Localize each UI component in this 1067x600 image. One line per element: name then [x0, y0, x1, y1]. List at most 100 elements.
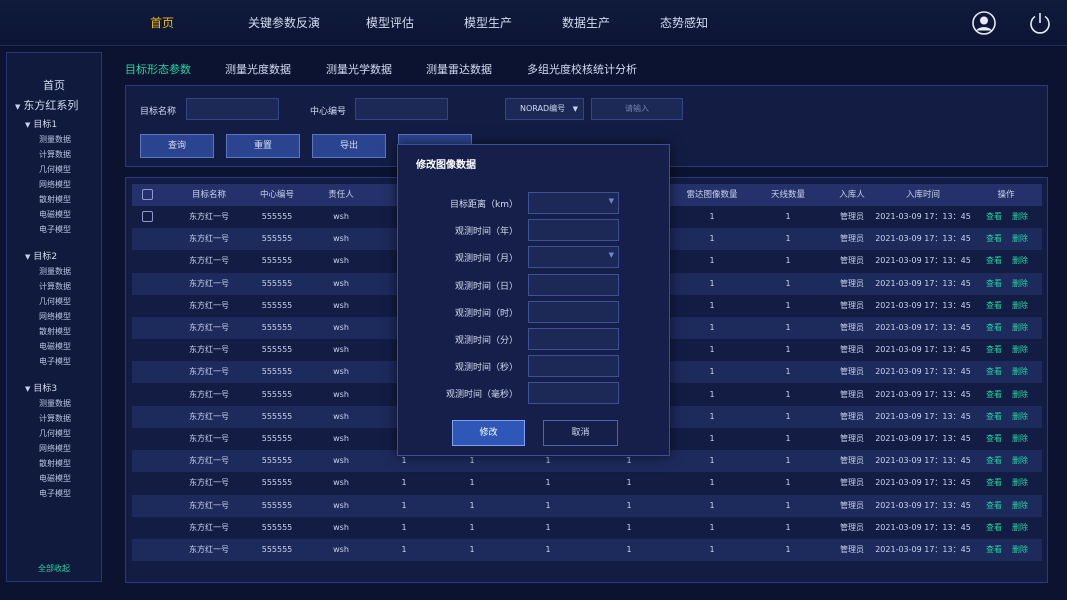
sidebar-home[interactable]: 首页: [7, 77, 101, 93]
nav-key-param-inversion[interactable]: 关键参数反演: [248, 0, 366, 46]
view-link[interactable]: 查看: [986, 495, 1002, 517]
sidebar-leaf[interactable]: 电磁模型: [39, 209, 71, 220]
center-no-input[interactable]: [355, 98, 448, 120]
sidebar-leaf[interactable]: 散射模型: [39, 326, 71, 337]
cell-storer: 管理员: [840, 256, 864, 266]
delete-link[interactable]: 删除: [1012, 517, 1028, 539]
modal-input[interactable]: [528, 328, 619, 350]
sidebar-leaf[interactable]: 几何模型: [39, 428, 71, 439]
sidebar-leaf[interactable]: 测量数据: [39, 134, 71, 145]
modify-button[interactable]: 修改: [452, 420, 525, 446]
tab-photometric-data[interactable]: 测量光度数据: [225, 61, 291, 77]
tab-photometric-check-analysis[interactable]: 多组光度校核统计分析: [527, 61, 637, 77]
tab-optical-data[interactable]: 测量光学数据: [326, 61, 392, 77]
nav-model-evaluation[interactable]: 模型评估: [366, 0, 464, 46]
view-link[interactable]: 查看: [986, 517, 1002, 539]
collapse-all-link[interactable]: 全部收起: [7, 563, 101, 574]
sidebar-leaf[interactable]: 电磁模型: [39, 341, 71, 352]
delete-link[interactable]: 删除: [1012, 295, 1028, 317]
modal-input[interactable]: [528, 382, 619, 405]
cancel-button[interactable]: 取消: [543, 420, 618, 446]
query-button[interactable]: 查询: [140, 134, 214, 158]
sidebar-group-label: 目标1: [33, 120, 58, 130]
delete-link[interactable]: 删除: [1012, 339, 1028, 361]
delete-link[interactable]: 删除: [1012, 539, 1028, 561]
view-link[interactable]: 查看: [986, 295, 1002, 317]
view-link[interactable]: 查看: [986, 250, 1002, 272]
sidebar-leaf[interactable]: 网络模型: [39, 179, 71, 190]
sidebar-group-target3[interactable]: ▼ 目标3: [25, 381, 57, 394]
modal-select[interactable]: ▼: [528, 192, 619, 214]
view-link[interactable]: 查看: [986, 361, 1002, 383]
view-link[interactable]: 查看: [986, 317, 1002, 339]
sidebar-leaf[interactable]: 电子模型: [39, 224, 71, 235]
delete-link[interactable]: 删除: [1012, 428, 1028, 450]
delete-link[interactable]: 删除: [1012, 250, 1028, 272]
modal-input[interactable]: [528, 355, 619, 378]
sidebar-leaf[interactable]: 计算数据: [39, 281, 71, 292]
delete-link[interactable]: 删除: [1012, 361, 1028, 383]
nav-situation-awareness[interactable]: 态势感知: [660, 0, 758, 46]
sidebar-group-target2[interactable]: ▼ 目标2: [25, 249, 57, 262]
nav-model-production[interactable]: 模型生产: [464, 0, 562, 46]
view-link[interactable]: 查看: [986, 472, 1002, 494]
sidebar-leaf[interactable]: 网络模型: [39, 311, 71, 322]
sidebar-root-item[interactable]: ▼ 东方红系列: [15, 97, 78, 113]
nav-home[interactable]: 首页: [150, 0, 248, 46]
delete-link[interactable]: 删除: [1012, 495, 1028, 517]
delete-link[interactable]: 删除: [1012, 206, 1028, 228]
sidebar-leaf[interactable]: 几何模型: [39, 296, 71, 307]
modal-input[interactable]: [528, 273, 619, 296]
modal-input[interactable]: [528, 219, 619, 242]
sidebar-leaf[interactable]: 计算数据: [39, 149, 71, 160]
modal-input[interactable]: [528, 300, 619, 323]
sidebar-leaf[interactable]: 计算数据: [39, 413, 71, 424]
cell-owner: wsh: [333, 256, 349, 266]
norad-select[interactable]: NORAD编号 ▼: [505, 98, 584, 120]
tab-radar-data[interactable]: 测量雷达数据: [426, 61, 492, 77]
caret-down-icon: ▼: [608, 197, 614, 205]
cell-target-name: 东方红一号: [189, 522, 229, 532]
view-link[interactable]: 查看: [986, 384, 1002, 406]
delete-link[interactable]: 删除: [1012, 472, 1028, 494]
view-link[interactable]: 查看: [986, 428, 1002, 450]
view-link[interactable]: 查看: [986, 339, 1002, 361]
export-button[interactable]: 导出: [312, 134, 386, 158]
delete-link[interactable]: 删除: [1012, 228, 1028, 250]
sidebar-leaf[interactable]: 电子模型: [39, 488, 71, 499]
cell-center-no: 555555: [261, 389, 293, 399]
sidebar-leaf[interactable]: 网络模型: [39, 443, 71, 454]
view-link[interactable]: 查看: [986, 450, 1002, 472]
tab-target-shape-params[interactable]: 目标形态参数: [125, 61, 191, 77]
norad-input[interactable]: 请输入: [591, 98, 683, 120]
sidebar-group-target1[interactable]: ▼ 目标1: [25, 117, 57, 130]
delete-link[interactable]: 删除: [1012, 317, 1028, 339]
delete-link[interactable]: 删除: [1012, 273, 1028, 295]
sidebar-leaf[interactable]: 电磁模型: [39, 473, 71, 484]
sidebar-leaf[interactable]: 几何模型: [39, 164, 71, 175]
delete-link[interactable]: 删除: [1012, 450, 1028, 472]
modal-select[interactable]: ▼: [528, 246, 619, 269]
view-link[interactable]: 查看: [986, 539, 1002, 561]
sidebar-leaf[interactable]: 散射模型: [39, 194, 71, 205]
sidebar-leaf[interactable]: 测量数据: [39, 398, 71, 409]
user-icon[interactable]: [972, 11, 996, 35]
select-all-checkbox[interactable]: [142, 189, 153, 200]
row-checkbox[interactable]: [142, 211, 153, 222]
sidebar-leaf[interactable]: 电子模型: [39, 356, 71, 367]
view-link[interactable]: 查看: [986, 273, 1002, 295]
delete-link[interactable]: 删除: [1012, 406, 1028, 428]
view-link[interactable]: 查看: [986, 406, 1002, 428]
power-icon[interactable]: [1028, 11, 1052, 35]
sidebar-leaf[interactable]: 散射模型: [39, 458, 71, 469]
nav-data-production[interactable]: 数据生产: [562, 0, 660, 46]
sidebar-leaf[interactable]: 测量数据: [39, 266, 71, 277]
reset-button[interactable]: 重置: [226, 134, 300, 158]
cell-target-name: 东方红一号: [189, 389, 229, 399]
view-link[interactable]: 查看: [986, 206, 1002, 228]
view-link[interactable]: 查看: [986, 228, 1002, 250]
cell-storer: 管理员: [840, 389, 864, 399]
modal-title: 修改图像数据: [416, 160, 476, 171]
target-name-input[interactable]: [186, 98, 279, 120]
delete-link[interactable]: 删除: [1012, 384, 1028, 406]
